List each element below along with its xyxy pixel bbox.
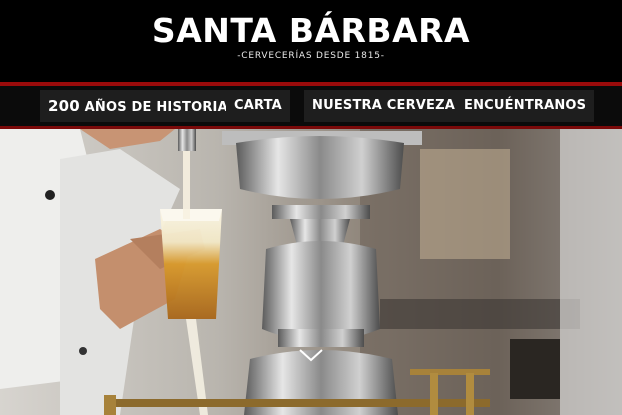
nav-item-historia-label: AÑOS DE HISTORIA xyxy=(79,100,228,115)
nav-item-carta[interactable]: CARTA xyxy=(226,90,290,122)
site-header: SANTA BÁRBARA -CERVECERÍAS DESDE 1815- xyxy=(0,0,622,82)
nav-item-encuentranos[interactable]: ENCUÉNTRANOS xyxy=(456,90,595,122)
brand-logo[interactable]: SANTA BÁRBARA xyxy=(0,12,622,50)
main-nav: 200 AÑOS DE HISTORIA CARTA NUESTRA CERVE… xyxy=(0,86,622,126)
nav-item-historia[interactable]: 200 AÑOS DE HISTORIA xyxy=(40,90,236,122)
chevron-down-icon[interactable] xyxy=(297,346,325,364)
nav-item-nuestra-cerveza[interactable]: NUESTRA CERVEZA xyxy=(304,90,464,122)
hero-image xyxy=(0,129,622,415)
brand-tagline: -CERVECERÍAS DESDE 1815- xyxy=(237,51,385,61)
beer-tap-illustration xyxy=(0,129,622,415)
nav-item-historia-number: 200 xyxy=(48,97,80,115)
